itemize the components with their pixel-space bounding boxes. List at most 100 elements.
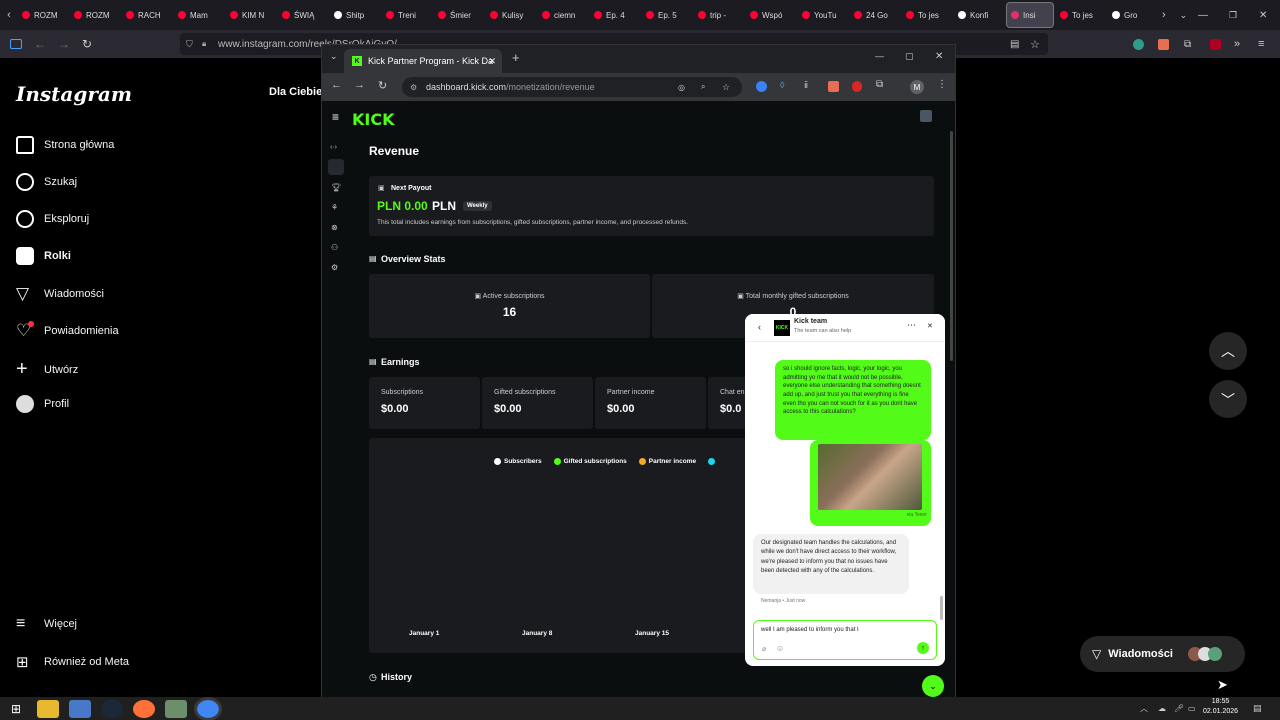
ext-fox-icon[interactable]	[828, 81, 839, 92]
chat-more-icon[interactable]: ⋯	[907, 320, 916, 331]
chat-minimize-button[interactable]: ⌄	[922, 675, 944, 697]
app-blue-icon[interactable]	[69, 699, 91, 718]
start-icon[interactable]: ⊞	[5, 700, 27, 718]
gif-image[interactable]	[818, 444, 922, 510]
firefox-tab[interactable]: Insi	[1006, 2, 1054, 28]
legend-item[interactable]: Partner income	[638, 458, 696, 465]
reload-icon[interactable]: ↻	[82, 37, 92, 51]
firefox-tab[interactable]: ŚWIĄ	[278, 2, 328, 28]
firefox-tab[interactable]: Shitp	[330, 2, 380, 28]
vpn-extension-icon[interactable]	[1133, 38, 1144, 50]
side-revenue-icon[interactable]	[328, 159, 344, 175]
attach-icon[interactable]: ⌀	[762, 645, 766, 653]
firefox-tab[interactable]: Konfi	[954, 2, 1004, 28]
tray-display-icon[interactable]: ▭	[1188, 704, 1196, 713]
minimize-icon[interactable]: —	[1198, 10, 1208, 21]
nav-more[interactable]: ≡ Więcej	[16, 615, 77, 633]
clock[interactable]: 18:55 02.01.2026	[1203, 697, 1238, 717]
firefox-tab[interactable]: RACH	[122, 2, 172, 28]
tab-close-icon[interactable]: ✕	[488, 56, 496, 67]
tab-scroll-right-icon[interactable]: ›	[1162, 9, 1166, 21]
chrome-forward-icon[interactable]: →	[354, 79, 365, 91]
side-users-icon[interactable]: ⚇	[331, 243, 338, 252]
tab-list-icon[interactable]: ⌄	[1180, 10, 1188, 21]
app-green-icon[interactable]	[165, 699, 187, 718]
nav-profile[interactable]: Profil	[16, 395, 69, 413]
message-input[interactable]: well I am pleased to inform you that I	[761, 627, 859, 633]
nav-notifications[interactable]: ♡ Powiadomienia	[16, 321, 119, 341]
emoji-icon[interactable]: ☺	[776, 644, 784, 653]
ext-drop-icon[interactable]: ◊	[780, 80, 784, 90]
nav-also-from-meta[interactable]: ⊞ Również od Meta	[16, 653, 129, 671]
chat-scrollbar[interactable]	[940, 596, 943, 620]
legend-item[interactable]: Subscribers	[494, 458, 542, 465]
firefox-tab[interactable]: 24 Go	[850, 2, 900, 28]
firefox-tab[interactable]: Ep. 4	[590, 2, 640, 28]
nav-home[interactable]: Strona główna	[16, 136, 114, 154]
tray-network-icon[interactable]: ☁	[1158, 704, 1166, 713]
ext-blue-icon[interactable]	[756, 81, 767, 92]
chrome-menu-icon[interactable]: ⋮	[937, 79, 947, 90]
chrome-minimize-icon[interactable]: —	[875, 51, 884, 61]
legend-item[interactable]	[708, 458, 718, 465]
overflow-chevron-icon[interactable]: »	[1234, 38, 1240, 50]
firefox-tab[interactable]: Mam	[174, 2, 224, 28]
nav-explore[interactable]: Eksploruj	[16, 210, 89, 228]
side-live-icon[interactable]: ‹·›	[330, 144, 337, 151]
firefox-tab[interactable]: Kulisy	[486, 2, 536, 28]
nav-create[interactable]: + Utwórz	[16, 358, 78, 381]
eye-off-icon[interactable]: ◎	[678, 83, 685, 92]
firefox-tab[interactable]: Ep. 5	[642, 2, 692, 28]
chrome-profile-avatar[interactable]: M	[910, 80, 924, 94]
ublock-icon[interactable]	[1210, 38, 1221, 50]
firefox-tab[interactable]: To jes	[902, 2, 952, 28]
chrome-tab-kick[interactable]: K Kick Partner Program - Kick Da ✕	[344, 49, 502, 73]
tab-scroll-left-icon[interactable]: ‹	[0, 9, 18, 21]
feed-label[interactable]: Dla Ciebie	[269, 86, 322, 98]
firefox-tab[interactable]: Treni	[382, 2, 432, 28]
new-tab-icon[interactable]: +	[512, 50, 520, 65]
steam-icon[interactable]	[101, 699, 123, 718]
extensions-icon[interactable]: ⧉	[1184, 39, 1191, 50]
zoom-icon[interactable]: ⌕	[701, 82, 705, 92]
messages-pill[interactable]: ▽ Wiadomości	[1080, 636, 1245, 672]
firefox-tab[interactable]: Gro	[1108, 2, 1158, 28]
chat-back-icon[interactable]: ‹	[758, 322, 761, 332]
restore-icon[interactable]: ❐	[1229, 10, 1237, 21]
sidebar-toggle-icon[interactable]	[10, 39, 22, 49]
side-team-icon[interactable]: ⚘	[331, 203, 338, 212]
firefox-icon[interactable]	[133, 699, 155, 718]
firefox-tab[interactable]: ciemn	[538, 2, 588, 28]
bookmark-icon[interactable]: ☆	[722, 82, 730, 93]
kick-user-avatar[interactable]	[920, 110, 932, 122]
chrome-maximize-icon[interactable]: ▢	[905, 51, 914, 62]
firefox-tab[interactable]: trip -	[694, 2, 744, 28]
kick-logo[interactable]: KICK	[352, 110, 395, 129]
chrome-scrollbar[interactable]	[950, 131, 953, 361]
notification-center-icon[interactable]: ▤	[1253, 703, 1262, 714]
bookmark-star-icon[interactable]: ☆	[1030, 38, 1040, 51]
side-bot-icon[interactable]: ⊗	[331, 223, 338, 232]
chrome-reload-icon[interactable]: ↻	[378, 79, 387, 92]
forward-icon[interactable]: →	[58, 37, 70, 51]
tray-mic-icon[interactable]: 🎤︎	[1174, 704, 1184, 713]
side-settings-icon[interactable]: ⚙	[331, 263, 338, 272]
side-trophy-icon[interactable]: 🏆︎	[331, 183, 341, 192]
tab-search-icon[interactable]: ⌄	[330, 51, 338, 62]
tray-chevron-icon[interactable]: ︿	[1140, 703, 1148, 714]
chrome-extensions-icon[interactable]: ⧉	[876, 79, 883, 90]
firefox-tab[interactable]: ROZM	[18, 2, 68, 28]
instagram-logo[interactable]: Instagram	[16, 82, 132, 106]
firefox-tab[interactable]: YouTu	[798, 2, 848, 28]
chrome-icon[interactable]	[194, 696, 222, 720]
menu-icon[interactable]: ≡	[1258, 38, 1264, 50]
extension-fox-icon[interactable]	[1158, 38, 1169, 50]
firefox-tab[interactable]: Śmier	[434, 2, 484, 28]
send-button[interactable]: ↑	[917, 642, 929, 654]
reel-prev-button[interactable]: ︿	[1209, 332, 1247, 370]
chat-close-icon[interactable]: ✕	[927, 322, 933, 330]
nav-reels[interactable]: Rolki	[16, 247, 71, 265]
ext-red-icon[interactable]	[852, 81, 862, 92]
chrome-close-icon[interactable]: ✕	[935, 51, 943, 62]
chrome-back-icon[interactable]: ←	[331, 79, 342, 91]
